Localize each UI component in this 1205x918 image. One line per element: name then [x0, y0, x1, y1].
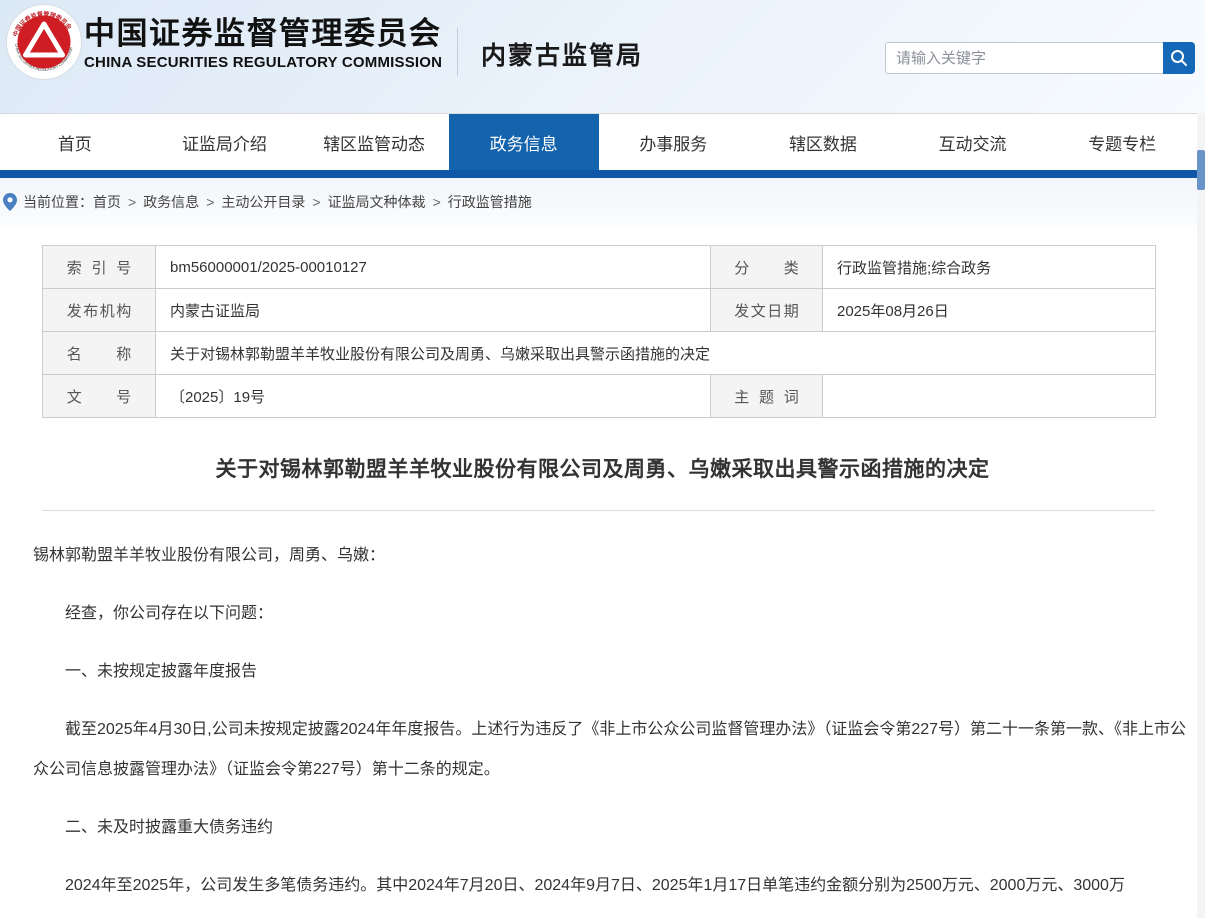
article-paragraph: 锡林郭勒盟羊羊牧业股份有限公司，周勇、乌嫩： — [33, 536, 1191, 576]
search-input[interactable] — [885, 42, 1163, 74]
table-row: 索引号 bm56000001/2025-00010127 分类 行政监管措施;综… — [43, 246, 1156, 289]
breadcrumb-separator: > — [433, 194, 441, 210]
nav-item-interaction[interactable]: 互动交流 — [898, 114, 1048, 170]
nav-item-bureau-intro[interactable]: 证监局介绍 — [150, 114, 300, 170]
breadcrumb-separator: > — [312, 194, 320, 210]
breadcrumb-item-doc-types[interactable]: 证监局文种体裁 — [328, 192, 426, 212]
document-meta-table: 索引号 bm56000001/2025-00010127 分类 行政监管措施;综… — [42, 245, 1156, 418]
article-body: 锡林郭勒盟羊羊牧业股份有限公司，周勇、乌嫩： 经查，你公司存在以下问题： 一、未… — [0, 511, 1205, 906]
search-button[interactable] — [1163, 42, 1195, 74]
bureau-name: 内蒙古监管局 — [481, 36, 643, 72]
scrollbar-track[interactable] — [1197, 113, 1205, 918]
main-nav: 首页 证监局介绍 辖区监管动态 政务信息 办事服务 辖区数据 互动交流 专题专栏 — [0, 113, 1197, 170]
search-icon — [1170, 49, 1188, 67]
breadcrumb: 当前位置： 首页 > 政务信息 > 主动公开目录 > 证监局文种体裁 > 行政监… — [0, 178, 1197, 226]
meta-name-value: 关于对锡林郭勒盟羊羊牧业股份有限公司及周勇、乌嫩采取出具警示函措施的决定 — [156, 332, 1156, 375]
search-box — [885, 42, 1195, 74]
nav-bottom-strip — [0, 170, 1197, 178]
page-title: 关于对锡林郭勒盟羊羊牧业股份有限公司及周勇、乌嫩采取出具警示函措施的决定 — [0, 453, 1205, 483]
breadcrumb-separator: > — [128, 194, 136, 210]
meta-docno-value: 〔2025〕19号 — [156, 375, 711, 418]
site-header: 中国证券监督管理委员会 CHINA SECURITIES REGULATORY … — [0, 0, 1205, 113]
csrc-logo-icon: 中国证券监督管理委员会 CHINA SECURITIES REGULATORY … — [6, 4, 82, 80]
scrollbar-thumb[interactable] — [1197, 150, 1205, 190]
nav-item-services[interactable]: 办事服务 — [599, 114, 749, 170]
meta-date-value: 2025年08月26日 — [823, 289, 1156, 332]
table-row: 文号 〔2025〕19号 主题词 — [43, 375, 1156, 418]
article-paragraph: 截至2025年4月30日,公司未按规定披露2024年年度报告。上述行为违反了《非… — [33, 710, 1191, 790]
breadcrumb-item-gov-info[interactable]: 政务信息 — [143, 192, 199, 212]
meta-publisher-value: 内蒙古证监局 — [156, 289, 711, 332]
breadcrumb-item-open-catalog[interactable]: 主动公开目录 — [221, 192, 305, 212]
breadcrumb-item-admin-measures[interactable]: 行政监管措施 — [448, 192, 532, 212]
page-content: 索引号 bm56000001/2025-00010127 分类 行政监管措施;综… — [0, 226, 1205, 918]
header-divider — [457, 28, 458, 76]
meta-index-label: 索引号 — [43, 246, 156, 289]
table-row: 发布机构 内蒙古证监局 发文日期 2025年08月26日 — [43, 289, 1156, 332]
csrc-logo: 中国证券监督管理委员会 CHINA SECURITIES REGULATORY … — [6, 4, 82, 80]
breadcrumb-separator: > — [206, 194, 214, 210]
org-name-cn: 中国证券监督管理委员会 — [84, 16, 442, 52]
meta-index-value: bm56000001/2025-00010127 — [156, 246, 711, 289]
meta-keywords-value — [823, 375, 1156, 418]
location-pin-icon — [3, 193, 17, 211]
breadcrumb-item-home[interactable]: 首页 — [93, 192, 121, 212]
org-name-en: CHINA SECURITIES REGULATORY COMMISSION — [84, 52, 442, 74]
meta-publisher-label: 发布机构 — [43, 289, 156, 332]
nav-item-home[interactable]: 首页 — [0, 114, 150, 170]
article-paragraph: 一、未按规定披露年度报告 — [33, 652, 1191, 692]
nav-item-special-columns[interactable]: 专题专栏 — [1047, 114, 1197, 170]
meta-date-label: 发文日期 — [711, 289, 823, 332]
org-title-block: 中国证券监督管理委员会 CHINA SECURITIES REGULATORY … — [84, 16, 442, 74]
nav-item-district-data[interactable]: 辖区数据 — [748, 114, 898, 170]
table-row: 名称 关于对锡林郭勒盟羊羊牧业股份有限公司及周勇、乌嫩采取出具警示函措施的决定 — [43, 332, 1156, 375]
breadcrumb-label: 当前位置： — [23, 192, 93, 212]
nav-item-regulatory-news[interactable]: 辖区监管动态 — [299, 114, 449, 170]
meta-category-label: 分类 — [711, 246, 823, 289]
meta-name-label: 名称 — [43, 332, 156, 375]
nav-item-gov-info[interactable]: 政务信息 — [449, 114, 599, 170]
article-paragraph: 经查，你公司存在以下问题： — [33, 594, 1191, 634]
article-paragraph: 2024年至2025年，公司发生多笔债务违约。其中2024年7月20日、2024… — [33, 866, 1191, 906]
meta-category-value: 行政监管措施;综合政务 — [823, 246, 1156, 289]
meta-keywords-label: 主题词 — [711, 375, 823, 418]
meta-docno-label: 文号 — [43, 375, 156, 418]
article-paragraph: 二、未及时披露重大债务违约 — [33, 808, 1191, 848]
